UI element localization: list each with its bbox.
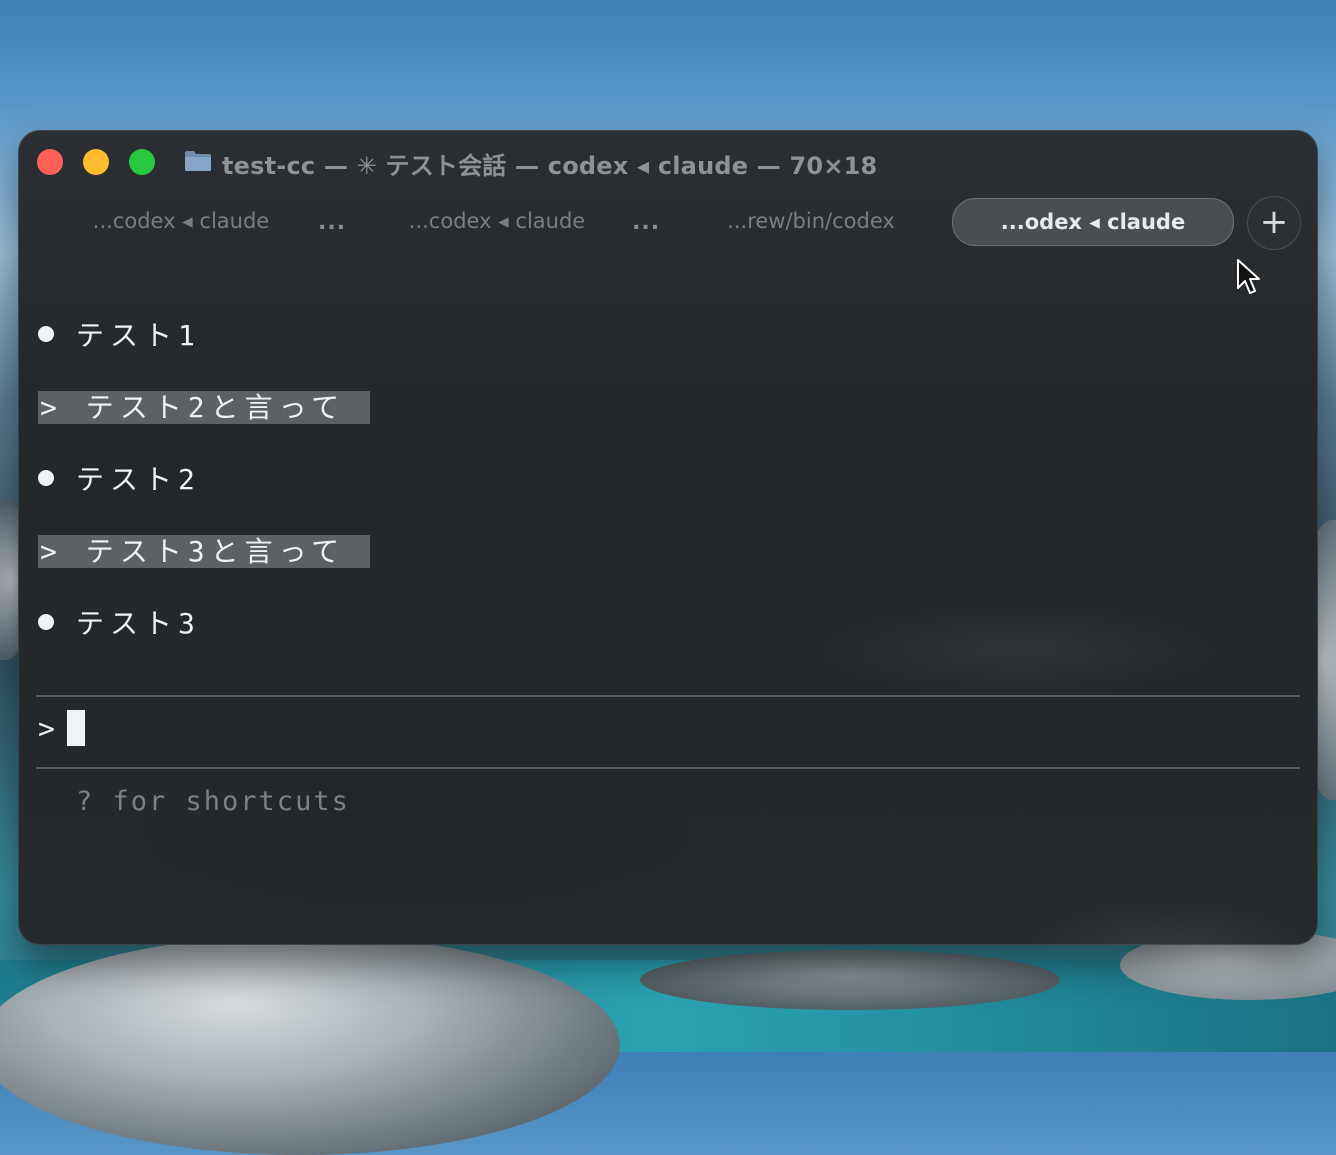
prompt-line: > テスト2と言って <box>38 386 371 426</box>
new-tab-button[interactable]: + <box>1247 196 1301 250</box>
input-divider-top <box>36 695 1300 697</box>
prompt-line: > テスト3と言って <box>38 530 371 570</box>
tab-overflow-dots: ... <box>318 210 347 235</box>
tab-overflow-dots: ... <box>632 210 661 235</box>
response-line: テスト3 <box>38 602 201 642</box>
mouse-pointer-icon <box>1237 259 1260 294</box>
tab-1[interactable]: ...codex ◂ claude <box>74 198 288 244</box>
bullet-icon <box>38 326 54 342</box>
input-divider-bottom <box>36 767 1300 769</box>
tab-3[interactable]: ...rew/bin/codex <box>704 198 918 244</box>
title-bar[interactable]: test-cc — ✳ テスト会話 — codex ◂ claude — 70×… <box>18 130 1318 196</box>
shortcuts-hint: ? for shortcuts <box>76 786 350 817</box>
response-line: テスト1 <box>38 314 201 354</box>
bullet-icon <box>38 614 54 630</box>
bullet-icon <box>38 470 54 486</box>
zoom-button[interactable] <box>129 149 155 175</box>
prompt-highlight: > テスト3と言って <box>38 535 371 568</box>
folder-icon <box>185 151 211 171</box>
tab-2[interactable]: ...codex ◂ claude <box>390 198 604 244</box>
minimize-button[interactable] <box>83 149 109 175</box>
tab-bar: ...codex ◂ claude ... ...codex ◂ claude … <box>18 196 1318 258</box>
window-title: test-cc — ✳ テスト会話 — codex ◂ claude — 70×… <box>222 152 878 180</box>
input-line[interactable]: > <box>38 710 85 746</box>
text-cursor <box>66 710 85 746</box>
desktop-rock <box>640 950 1060 1010</box>
desktop-rock <box>0 935 620 1155</box>
prompt-highlight: > テスト2と言って <box>38 391 371 424</box>
response-line: テスト2 <box>38 458 201 498</box>
tab-4-active[interactable]: ...odex ◂ claude <box>952 198 1234 246</box>
close-button[interactable] <box>37 149 63 175</box>
terminal-window: test-cc — ✳ テスト会話 — codex ◂ claude — 70×… <box>18 130 1318 945</box>
